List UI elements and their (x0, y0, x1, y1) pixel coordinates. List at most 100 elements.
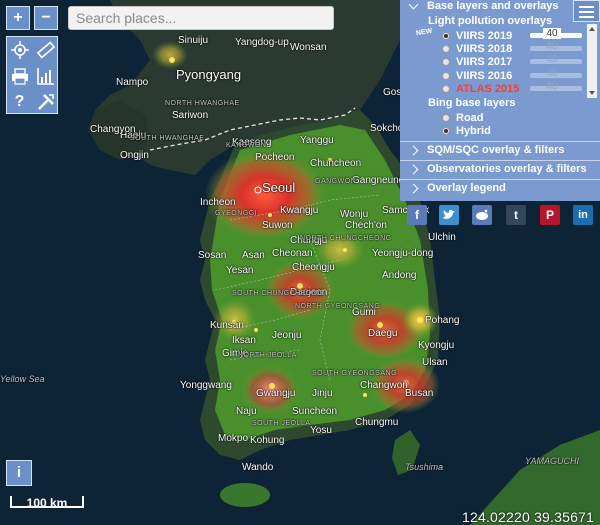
map-label-kohung: Kohung (250, 435, 285, 446)
opacity-value: 40 (546, 54, 558, 65)
twitter-icon[interactable] (439, 205, 459, 225)
map-label-naju: Naju (236, 406, 257, 417)
pinterest-icon[interactable]: P (540, 205, 560, 225)
sqm-header[interactable]: SQM/SQC overlay & filters (408, 144, 565, 156)
radio-viirs-2016[interactable] (442, 71, 450, 80)
map-label-mokpo: Mokpo (218, 433, 249, 444)
map-label-yeongju-dong: Yeongju-dong (372, 248, 434, 259)
tumblr-icon[interactable]: t (506, 205, 526, 225)
opacity-value: 40 (546, 41, 558, 52)
radio-atlas-2015[interactable] (442, 84, 450, 93)
radio-hybrid[interactable] (442, 126, 450, 135)
facebook-icon[interactable]: f (407, 205, 427, 225)
map-label-pyongyang: Pyongyang (176, 67, 242, 82)
map-label-tsushima: Tsushima (405, 462, 444, 472)
chevron-right-icon (408, 164, 419, 174)
map-label-yesan: Yesan (226, 265, 254, 276)
region-label: GANGWON (315, 178, 357, 185)
map-label-chech-on: Chech'on (345, 220, 387, 231)
map-label-daegu: Daegu (368, 328, 398, 339)
map-label-chungmu: Chungmu (355, 417, 399, 428)
region-label: SOUTH JEOLLA (252, 420, 311, 427)
map-label-asan: Asan (242, 250, 265, 261)
overlay-label: VIIRS 2016 (456, 69, 513, 82)
map-label-seoul: Seoul (262, 180, 296, 195)
map-label-incheon: Incheon (200, 197, 236, 208)
jeju-island (220, 483, 270, 507)
map-label-kyongju: Kyongju (418, 340, 455, 351)
menu-icon[interactable] (573, 0, 600, 22)
light-pollution-title: Light pollution overlays (428, 15, 553, 27)
reddit-icon[interactable] (472, 205, 492, 225)
sqm-title: SQM/SQC overlay & filters (427, 144, 565, 156)
map-label-sinuiju: Sinuiju (178, 35, 209, 46)
overlay-label: ATLAS 2015 (456, 82, 520, 95)
radio-road[interactable] (442, 113, 450, 122)
region-label: GYEONGGI (215, 210, 258, 217)
map-label-suwon: Suwon (262, 220, 293, 231)
overlay-viirs-2016[interactable]: VIIRS 2016 (442, 69, 512, 82)
legend-header[interactable]: Overlay legend (408, 182, 506, 194)
bing-label: Road (456, 111, 484, 124)
map-label-kunsan: Kunsan (210, 320, 244, 331)
base-layers-title: Base layers and overlays (427, 0, 559, 12)
location-icon[interactable] (7, 37, 32, 62)
map-label-pocheon: Pocheon (255, 152, 295, 163)
map-label-yellow-sea: Yellow Sea (0, 374, 45, 384)
ruler-icon[interactable] (33, 37, 58, 62)
overlay-viirs-2019[interactable]: VIIRS 2019 (442, 29, 512, 42)
radio-viirs-2019[interactable] (442, 31, 450, 40)
map-label-jeonju: Jeonju (272, 330, 302, 341)
overlay-viirs-2017[interactable]: VIIRS 2017 (442, 55, 512, 68)
map-label-yonggwang: Yonggwang (180, 380, 232, 391)
bing-hybrid[interactable]: Hybrid (442, 124, 491, 137)
map-label-jinju: Jinju (312, 388, 333, 399)
observatories-title: Observatories overlay & filters (427, 163, 587, 175)
map-label-wonju: Wonju (340, 209, 369, 220)
search-input[interactable] (68, 6, 334, 30)
tools-icon[interactable] (33, 89, 58, 114)
map-label-busan: Busan (405, 388, 434, 399)
map-label-gwangju: Gwangju (256, 388, 296, 399)
map-label-ulsan: Ulsan (422, 357, 448, 368)
zoom-in-button[interactable]: + (6, 6, 30, 30)
linkedin-icon[interactable]: in (573, 205, 593, 225)
opacity-value: 40 (546, 81, 558, 92)
map-label-changyon: Changyon (90, 124, 136, 135)
layers-scrollbar[interactable] (587, 24, 597, 98)
print-icon[interactable] (7, 63, 32, 88)
map-label-ulchin: Ulchin (428, 232, 456, 243)
overlay-viirs-2018[interactable]: VIIRS 2018 (442, 42, 512, 55)
overlay-atlas-2015[interactable]: ATLAS 2015 (442, 82, 519, 95)
base-layers-header[interactable]: Base layers and overlays (408, 0, 559, 12)
radio-viirs-2017[interactable] (442, 57, 450, 66)
map-label-yangdog-up: Yangdog-up (235, 37, 289, 48)
overlay-label: VIIRS 2019 (456, 29, 513, 42)
map-label-gangneung: Gangneung (352, 175, 405, 186)
zoom-out-button[interactable]: − (34, 6, 58, 30)
region-label: SOUTH CHUNGCHEONG (232, 290, 324, 297)
overlay-label: VIIRS 2017 (456, 55, 513, 68)
radio-viirs-2018[interactable] (442, 44, 450, 53)
region-label: NORTH JEOLLA (238, 352, 297, 359)
panel-divider (400, 160, 600, 161)
legend-title: Overlay legend (427, 182, 506, 194)
region-label: KANGWON (226, 142, 267, 149)
bing-label: Hybrid (456, 124, 491, 137)
info-button[interactable]: i (6, 460, 32, 486)
region-label: SOUTH HWANGHAE (130, 135, 205, 142)
chart-icon[interactable] (33, 63, 58, 88)
panel-divider (400, 179, 600, 180)
map-label-yamaguchi: YAMAGUCHI (525, 456, 580, 466)
map-label-sariwon: Sariwon (172, 110, 209, 121)
opacity-value: 40 (543, 28, 561, 39)
chevron-down-icon (408, 0, 419, 9)
bing-road[interactable]: Road (442, 111, 484, 124)
panel-divider (400, 141, 600, 142)
map-label-changwon: Changwon (360, 380, 408, 391)
map-label-wando: Wando (242, 462, 274, 473)
help-icon[interactable]: ? (7, 89, 32, 114)
map-label-ongjin: Ongjin (120, 150, 149, 161)
region-label: NORTH CHUNGCHEONG (300, 235, 392, 242)
observatories-header[interactable]: Observatories overlay & filters (408, 163, 587, 175)
